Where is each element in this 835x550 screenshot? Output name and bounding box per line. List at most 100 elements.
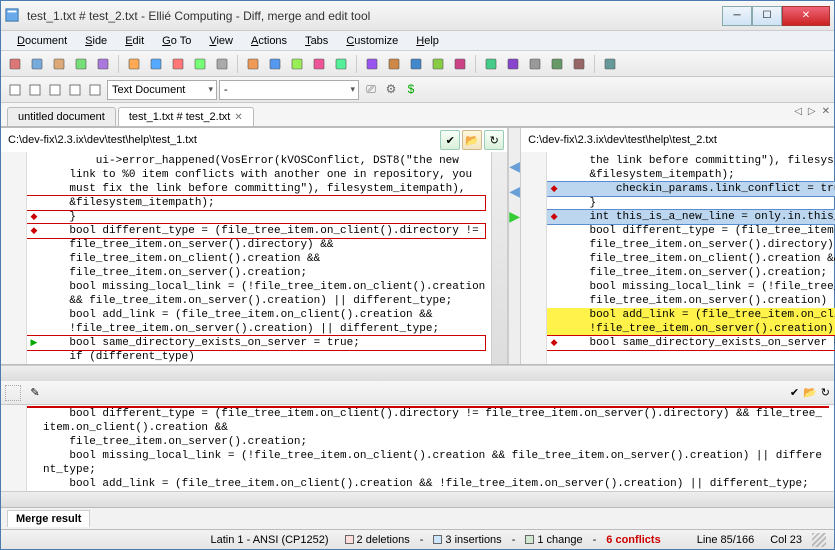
menu-view[interactable]: View [201, 33, 241, 49]
camera-button[interactable]: ⎚ [361, 80, 381, 100]
maximize-button[interactable]: ☐ [752, 6, 782, 26]
run-button[interactable] [600, 54, 620, 74]
minimize-button[interactable]: ─ [722, 6, 752, 26]
code-line[interactable]: bool add_link = (file_tree_item.on_clien… [547, 308, 835, 322]
next-diff-button[interactable] [265, 54, 285, 74]
code-line[interactable]: link to %0 item conflicts with another o… [27, 168, 485, 182]
tab-close-icon[interactable]: ✕ [234, 112, 242, 123]
menu-edit[interactable]: Edit [117, 33, 152, 49]
ignore-button[interactable] [384, 54, 404, 74]
menu-tabs[interactable]: Tabs [297, 33, 336, 49]
syntax-combo[interactable]: - [219, 80, 359, 100]
gear-button[interactable]: ⚙ [381, 79, 401, 99]
connector-merge-arrow-icon[interactable]: ▶ [509, 208, 520, 225]
code-line[interactable]: file_tree_item.on_server().directory) && [547, 238, 835, 252]
tab-close-icon[interactable]: ✕ [822, 106, 830, 117]
open-button[interactable] [49, 54, 69, 74]
code-line[interactable]: bool same_directory_exists_on_server = f… [547, 336, 835, 350]
code-line[interactable]: && file_tree_item.on_server().creation) … [27, 294, 485, 308]
splitter-handle[interactable] [5, 385, 21, 401]
menu-help[interactable]: Help [408, 33, 447, 49]
apply-left-button[interactable] [331, 54, 351, 74]
last-diff-button[interactable] [309, 54, 329, 74]
code-line[interactable]: } [27, 210, 485, 224]
code-line[interactable]: !file_tree_item.on_server().creation) ||… [547, 322, 835, 336]
view-single-button[interactable] [5, 80, 25, 100]
tab-next-icon[interactable]: ▷ [808, 106, 816, 117]
copy-button[interactable] [71, 54, 91, 74]
code-line[interactable]: file_tree_item.on_client().creation && [27, 252, 485, 266]
code-line[interactable]: ui->error_happened(VosError(kVOSConflict… [27, 154, 485, 168]
left-scrollbar-v[interactable] [491, 152, 507, 364]
line-mode-button[interactable] [481, 54, 501, 74]
view-split-button[interactable] [25, 80, 45, 100]
code-line[interactable]: file_tree_item.on_server().creation; [27, 266, 485, 280]
left-accept-button[interactable]: ✔ [440, 130, 460, 150]
filter-button[interactable] [569, 54, 589, 74]
menu-go-to[interactable]: Go To [154, 33, 199, 49]
menu-document[interactable]: Document [9, 33, 75, 49]
code-line[interactable]: file_tree_item.on_server().directory) && [27, 238, 485, 252]
first-diff-button[interactable] [287, 54, 307, 74]
merge-code[interactable]: bool different_type = (file_tree_item.on… [27, 405, 834, 491]
right-code[interactable]: the link before committing"), filesystem… [547, 152, 835, 364]
code-line[interactable]: &filesystem_itempath); [547, 168, 835, 182]
save-all-button[interactable] [146, 54, 166, 74]
save-button[interactable] [124, 54, 144, 74]
redo-button[interactable] [190, 54, 210, 74]
merge-edit-icon[interactable]: ✎ [25, 383, 45, 403]
merge-accept-button[interactable]: ✔ [790, 386, 799, 399]
prev-diff-button[interactable] [243, 54, 263, 74]
close-button[interactable]: ✕ [782, 6, 830, 26]
code-line[interactable]: bool different_type = (file_tree_item.on… [27, 224, 485, 238]
bookmark-toggle-button[interactable] [450, 54, 470, 74]
left-browse-button[interactable]: 📂 [462, 130, 482, 150]
code-line[interactable]: the link before committing"), filesystem… [547, 154, 835, 168]
char-mode-button[interactable] [503, 54, 523, 74]
connector-right-arrow-icon[interactable]: ◀ [509, 183, 520, 200]
code-line[interactable]: bool add_link = (file_tree_item.on_clien… [27, 308, 485, 322]
zoom-button[interactable] [27, 54, 47, 74]
tab-untitled-document[interactable]: untitled document [7, 107, 116, 126]
bookmark-prev-button[interactable] [406, 54, 426, 74]
menu-actions[interactable]: Actions [243, 33, 295, 49]
undo-button[interactable] [168, 54, 188, 74]
code-line[interactable]: bool missing_local_link = (!file_tree_it… [27, 280, 485, 294]
view-3way-button[interactable] [45, 80, 65, 100]
dollar-button[interactable]: $ [401, 79, 421, 99]
left-refresh-button[interactable]: ↻ [484, 130, 504, 150]
doc-type-combo[interactable]: Text Document [107, 80, 217, 100]
code-line[interactable]: } [547, 196, 835, 210]
left-code[interactable]: ui->error_happened(VosError(kVOSConflict… [27, 152, 491, 364]
code-line[interactable]: checkin_params.link_conflict = true; [547, 182, 835, 196]
outdent-button[interactable] [85, 80, 105, 100]
merge-browse-button[interactable]: 📂 [803, 386, 817, 399]
code-line[interactable]: bool missing_local_link = (!file_tree_it… [27, 449, 828, 477]
diff-scrollbar-h[interactable] [1, 365, 834, 381]
code-line[interactable]: file_tree_item.on_client().creation && [547, 252, 835, 266]
new-doc-button[interactable] [5, 54, 25, 74]
menu-customize[interactable]: Customize [338, 33, 406, 49]
code-line[interactable]: int this_is_a_new_line = only.in.this_fi… [547, 210, 835, 224]
code-line[interactable]: bool different_type = (file_tree_item.on… [547, 224, 835, 238]
apply-right-button[interactable] [362, 54, 382, 74]
menu-side[interactable]: Side [77, 33, 115, 49]
bookmark-next-button[interactable] [428, 54, 448, 74]
code-line[interactable]: bool different_type = (file_tree_item.on… [27, 407, 828, 435]
code-line[interactable]: !file_tree_item.on_server().creation) ||… [27, 322, 485, 336]
merge-refresh-button[interactable]: ↻ [821, 386, 830, 399]
resize-grip[interactable] [812, 533, 826, 547]
code-line[interactable]: &filesystem_itempath); [27, 196, 485, 210]
tab-test-1-txt-test-2-txt[interactable]: test_1.txt # test_2.txt✕ [118, 107, 254, 126]
settings-button[interactable] [547, 54, 567, 74]
tab-prev-icon[interactable]: ◁ [794, 106, 802, 117]
code-line[interactable]: bool missing_local_link = (!file_tree_it… [547, 280, 835, 294]
code-line[interactable]: bool add_link = (file_tree_item.on_clien… [27, 477, 828, 491]
swap-button[interactable] [212, 54, 232, 74]
code-line[interactable]: file_tree_item.on_server().creation) || … [547, 294, 835, 308]
indent-button[interactable] [65, 80, 85, 100]
merge-scrollbar-h[interactable] [1, 491, 834, 507]
code-line[interactable]: if (different_type) [27, 350, 485, 364]
code-line[interactable]: file_tree_item.on_server().creation; [27, 435, 828, 449]
paste-button[interactable] [93, 54, 113, 74]
